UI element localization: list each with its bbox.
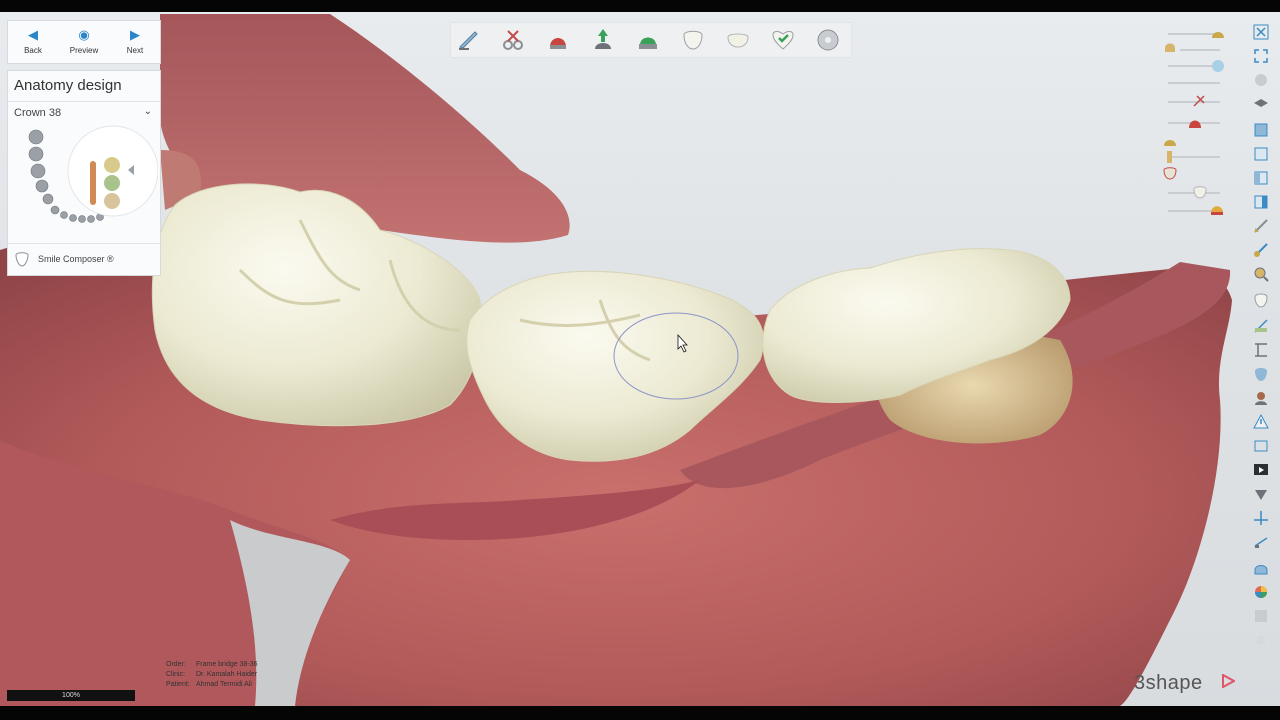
patient-value: Ahmad Termidi Ali bbox=[196, 681, 252, 688]
preview-button[interactable]: ◉ Preview bbox=[59, 21, 109, 63]
crown-gold-icon[interactable] bbox=[1209, 201, 1225, 217]
brand-logo: 3shape bbox=[1134, 672, 1203, 694]
fit-view-icon[interactable] bbox=[1253, 48, 1269, 64]
margin-line-icon[interactable] bbox=[1192, 94, 1206, 108]
bite-icon[interactable] bbox=[1253, 560, 1269, 576]
eye-icon: ◉ bbox=[78, 27, 90, 42]
tooth-library-icon[interactable] bbox=[1253, 366, 1269, 382]
order-value: Frame bridge 38-36 bbox=[196, 661, 258, 668]
cross-section-icon[interactable] bbox=[1253, 342, 1269, 358]
tooth-36-icon[interactable] bbox=[104, 193, 120, 209]
search-tooth-icon[interactable] bbox=[1253, 266, 1269, 282]
tooth-icon[interactable] bbox=[680, 27, 706, 53]
rotate-view-icon[interactable] bbox=[1253, 72, 1269, 88]
post-icon[interactable] bbox=[1164, 150, 1176, 164]
ai-icon[interactable] bbox=[1253, 608, 1269, 624]
divider bbox=[8, 101, 160, 102]
close-icon[interactable] bbox=[1253, 24, 1269, 40]
next-label: Next bbox=[126, 46, 144, 55]
zoom-level: 100% bbox=[7, 690, 135, 701]
upper-jaw-icon[interactable] bbox=[1211, 26, 1225, 40]
smile-composer-icon bbox=[15, 252, 29, 267]
tooth-37-icon[interactable] bbox=[104, 175, 120, 191]
window-bottom-edge bbox=[0, 706, 1280, 720]
crosshair-icon[interactable] bbox=[1253, 510, 1269, 526]
heart-check-icon[interactable] bbox=[770, 27, 796, 53]
tooth-slider-icon[interactable] bbox=[1192, 185, 1208, 199]
insertion-direction-icon[interactable] bbox=[590, 27, 616, 53]
ruler-icon[interactable] bbox=[1253, 534, 1269, 550]
smile-composer-label: Smile Composer ® bbox=[38, 254, 114, 264]
case-info: Order: Frame bridge 38-36 Clinic: Dr. Kama… bbox=[166, 660, 257, 690]
wax-knife-icon[interactable] bbox=[1253, 218, 1269, 234]
shield-icon[interactable] bbox=[1253, 486, 1269, 502]
tooth-38-icon[interactable] bbox=[104, 157, 120, 173]
view-back-icon[interactable] bbox=[1253, 146, 1269, 162]
antagonist-icon[interactable] bbox=[1164, 40, 1176, 56]
gingiva-icon[interactable] bbox=[1163, 134, 1177, 148]
measure-icon[interactable] bbox=[1253, 318, 1269, 334]
knife-icon[interactable] bbox=[455, 27, 481, 53]
patient-photo-icon[interactable] bbox=[1253, 390, 1269, 406]
die-red-icon[interactable] bbox=[1187, 115, 1203, 129]
education-icon[interactable] bbox=[1253, 96, 1269, 112]
clinic-label: Clinic: bbox=[166, 671, 186, 678]
brand-triangle-icon bbox=[1222, 674, 1235, 688]
patient-label: Patient: bbox=[166, 681, 190, 688]
tooth-flat-icon[interactable] bbox=[725, 27, 751, 53]
warning-icon[interactable] bbox=[1253, 413, 1269, 430]
chevron-down-icon[interactable]: ⌄ bbox=[144, 106, 152, 117]
tooth-blue-icon[interactable] bbox=[1211, 59, 1225, 73]
crown-green-icon[interactable] bbox=[635, 27, 661, 53]
arrow-left-icon: ◀ bbox=[28, 27, 38, 42]
screenshot-icon[interactable] bbox=[1253, 438, 1269, 454]
order-label: Order: bbox=[166, 661, 186, 668]
view-right-icon[interactable] bbox=[1253, 194, 1269, 210]
arrow-right-icon: ▶ bbox=[130, 27, 140, 42]
viewport[interactable]: ◀ Back ◉ Preview ▶ Next Anatomy design C… bbox=[0, 0, 1280, 720]
next-button[interactable]: ▶ Next bbox=[110, 21, 160, 63]
tooth-red-icon[interactable] bbox=[1163, 166, 1177, 180]
back-label: Back bbox=[24, 46, 42, 55]
tooth-outline-icon[interactable] bbox=[1253, 292, 1269, 308]
sculpt-icon[interactable] bbox=[1253, 242, 1269, 258]
dental-3d-scene[interactable] bbox=[0, 0, 1280, 720]
slider-track[interactable] bbox=[1180, 49, 1220, 51]
bell-icon[interactable] bbox=[1253, 632, 1269, 648]
color-wheel-icon[interactable] bbox=[1253, 584, 1269, 600]
preview-label: Preview bbox=[69, 46, 99, 55]
view-left-icon[interactable] bbox=[1253, 170, 1269, 186]
crown-red-icon[interactable] bbox=[545, 27, 571, 53]
view-front-icon[interactable] bbox=[1253, 122, 1269, 138]
slider-track[interactable] bbox=[1168, 82, 1220, 84]
scissors-icon[interactable] bbox=[500, 27, 526, 53]
anatomy-design-panel: Anatomy design Crown 38 ⌄ Smile Composer… bbox=[7, 70, 161, 276]
tooth-chart[interactable] bbox=[22, 125, 158, 235]
top-toolbar bbox=[450, 22, 852, 58]
clinic-value: Dr. Kamalah Haider bbox=[196, 671, 258, 678]
cd-icon[interactable] bbox=[815, 27, 841, 53]
smile-composer-row[interactable]: Smile Composer ® bbox=[8, 243, 160, 276]
crown-selector[interactable]: Crown 38 bbox=[14, 107, 61, 119]
back-button[interactable]: ◀ Back bbox=[8, 21, 58, 63]
bridge-connector-icon bbox=[90, 161, 96, 205]
video-icon[interactable] bbox=[1253, 462, 1269, 478]
navigation-panel: ◀ Back ◉ Preview ▶ Next bbox=[7, 20, 161, 64]
panel-title: Anatomy design bbox=[14, 77, 122, 94]
